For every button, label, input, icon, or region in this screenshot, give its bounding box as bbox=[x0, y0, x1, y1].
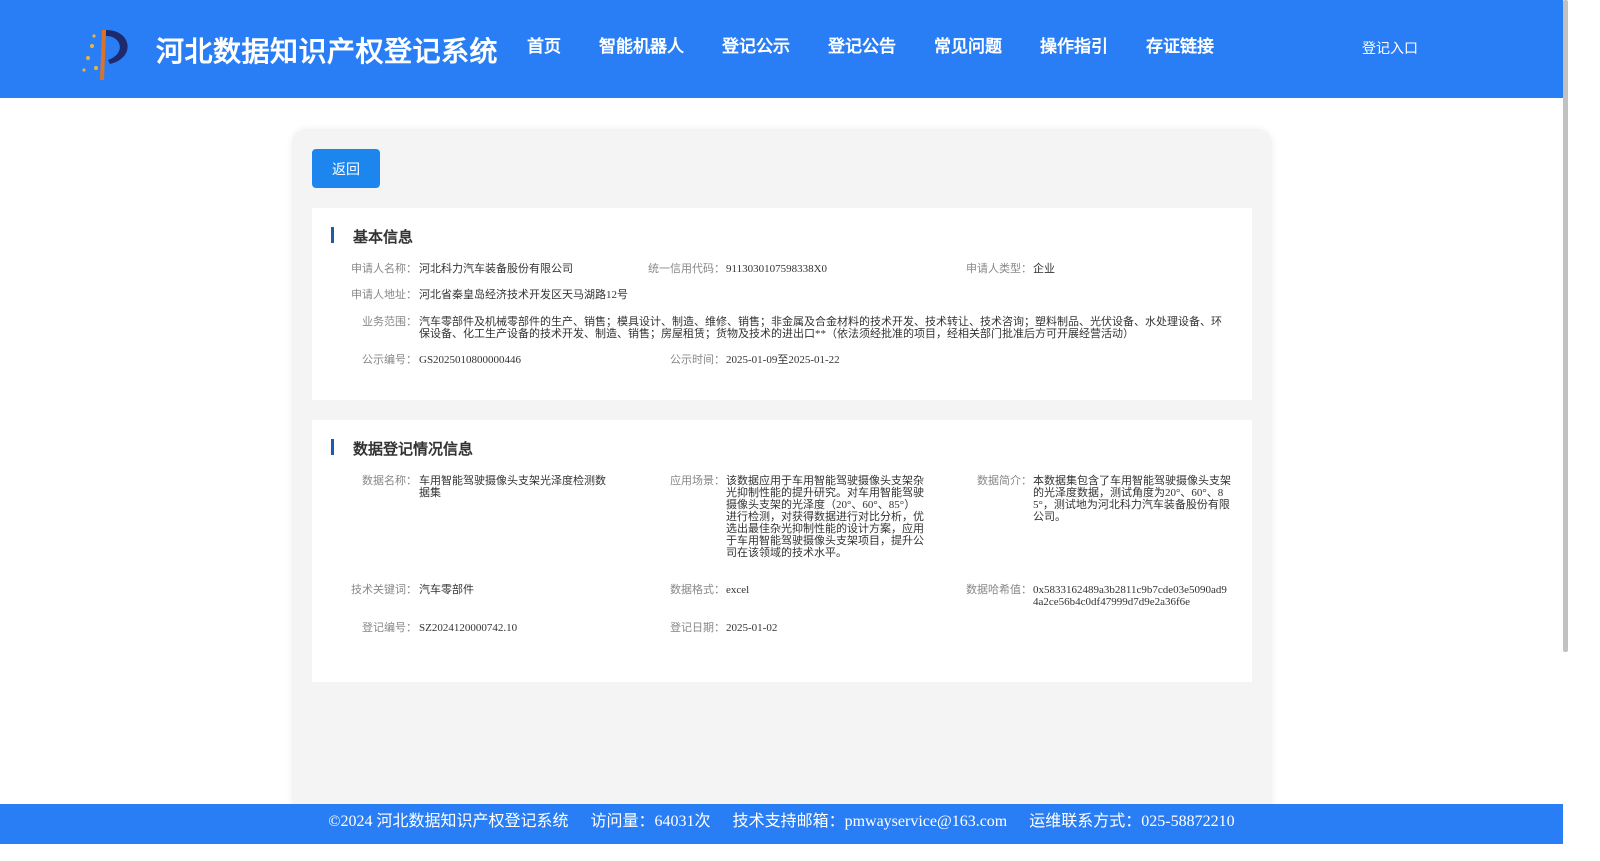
applicant-name-value: 河北科力汽车装备股份有限公司 bbox=[419, 263, 573, 275]
scenario-label: 应用场景： bbox=[670, 474, 725, 487]
format-label: 数据格式： bbox=[670, 583, 725, 596]
keywords-value: 汽车零部件 bbox=[419, 584, 474, 596]
reg-date-value: 2025-01-02 bbox=[726, 622, 778, 634]
reg-no-value: SZ2024120000742.10 bbox=[419, 622, 518, 634]
scrollbar-track[interactable] bbox=[1563, 0, 1600, 861]
publicity-time-value: 2025-01-09至2025-01-22 bbox=[726, 354, 840, 366]
nav-evidence-link[interactable]: 存证链接 bbox=[1127, 34, 1233, 60]
summary-label: 数据简介： bbox=[977, 474, 1032, 487]
nav-home[interactable]: 首页 bbox=[508, 34, 580, 60]
hash-value: 0x5833162489a3b2811c9b7cde03e5090ad94a2c… bbox=[1033, 584, 1227, 608]
footer-email: 技术支持邮箱：pmwayservice@163.com bbox=[732, 813, 1008, 830]
nav-guide[interactable]: 操作指引 bbox=[1021, 34, 1127, 60]
reg-date-label: 登记日期： bbox=[670, 621, 725, 634]
credit-code-label: 统一信用代码： bbox=[648, 262, 725, 275]
basic-info-title: 基本信息 bbox=[353, 228, 414, 246]
scenario-value: 该数据应用于车用智能驾驶摄像头支架杂光抑制性能的提升研究。对车用智能驾驶摄像头支… bbox=[726, 475, 924, 559]
nav-publicity[interactable]: 登记公示 bbox=[703, 34, 809, 60]
business-scope-value: 汽车零部件及机械零部件的生产、销售；模具设计、制造、维修、销售；非金属及合金材料… bbox=[419, 316, 1222, 340]
nav-announcement[interactable]: 登记公告 bbox=[809, 34, 915, 60]
hash-label: 数据哈希值： bbox=[966, 583, 1032, 596]
nav-faq[interactable]: 常见问题 bbox=[915, 34, 1021, 60]
applicant-type-value: 企业 bbox=[1033, 263, 1055, 275]
footer: ©2024 河北数据知识产权登记系统 访问量：64031次 技术支持邮箱：pmw… bbox=[0, 804, 1563, 844]
credit-code-value: 9113030107598338X0 bbox=[726, 263, 828, 275]
keywords-label: 技术关键词： bbox=[351, 583, 417, 596]
address-value: 河北省秦皇岛经济技术开发区天马湖路12号 bbox=[419, 289, 628, 301]
publicity-no-value: GS2025010800000446 bbox=[419, 354, 522, 366]
section-marker bbox=[331, 227, 334, 243]
scrollbar-thumb[interactable] bbox=[1563, 0, 1568, 652]
address-label: 申请人地址： bbox=[351, 288, 417, 301]
top-header: 河北数据知识产权登记系统 首页 智能机器人 登记公示 登记公告 常见问题 操作指… bbox=[0, 0, 1563, 98]
main-nav: 首页 智能机器人 登记公示 登记公告 常见问题 操作指引 存证链接 bbox=[508, 34, 1233, 60]
login-link[interactable]: 登记入口 bbox=[1362, 38, 1418, 58]
site-title: 河北数据知识产权登记系统 bbox=[156, 35, 499, 68]
footer-copyright: ©2024 河北数据知识产权登记系统 bbox=[328, 813, 569, 830]
data-info-card: 数据登记情况信息 数据名称： 车用智能驾驶摄像头支架光泽度检测数据集 应用场景：… bbox=[312, 420, 1252, 682]
data-info-title: 数据登记情况信息 bbox=[353, 440, 474, 458]
summary-value: 本数据集包含了车用智能驾驶摄像头支架的光泽度数据，测试角度为20°、60°、85… bbox=[1033, 475, 1231, 523]
section-marker bbox=[331, 439, 334, 455]
publicity-no-label: 公示编号： bbox=[362, 353, 417, 366]
basic-info-card: 基本信息 申请人名称： 河北科力汽车装备股份有限公司 统一信用代码： 91130… bbox=[312, 208, 1252, 400]
applicant-type-label: 申请人类型： bbox=[966, 262, 1032, 275]
reg-no-label: 登记编号： bbox=[362, 621, 417, 634]
back-button[interactable]: 返回 bbox=[312, 149, 380, 188]
footer-contact: 运维联系方式：025-58872210 bbox=[1029, 813, 1235, 830]
data-name-label: 数据名称： bbox=[362, 474, 417, 487]
bottom-strip bbox=[0, 844, 1563, 861]
applicant-name-label: 申请人名称： bbox=[351, 262, 417, 275]
data-name-value: 车用智能驾驶摄像头支架光泽度检测数据集 bbox=[419, 475, 606, 499]
format-value: excel bbox=[726, 584, 750, 596]
footer-visits: 访问量：64031次 bbox=[590, 813, 711, 830]
logo-icon bbox=[82, 30, 128, 80]
publicity-time-label: 公示时间： bbox=[670, 353, 725, 366]
nav-robot[interactable]: 智能机器人 bbox=[580, 34, 703, 60]
business-scope-label: 业务范围： bbox=[362, 315, 417, 328]
